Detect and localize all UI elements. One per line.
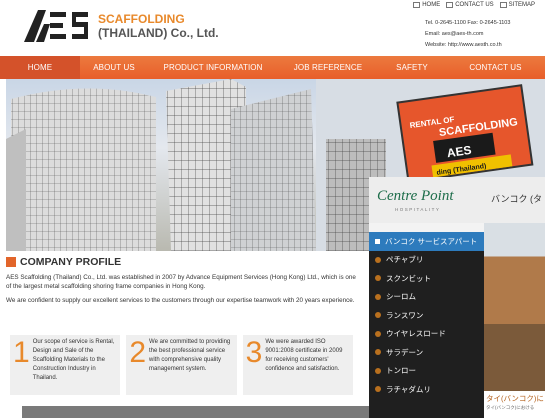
feature-number-2: 2 — [129, 336, 147, 369]
popup-caption-small: タイ(バンコク)における — [486, 405, 535, 410]
top-link-sitemap[interactable]: SITEMAP — [499, 2, 535, 8]
profile-paragraph-1: AES Scaffolding (Thailand) Co., Ltd. was… — [6, 274, 356, 290]
bullet-icon — [375, 293, 381, 300]
feature-text-1: Our scope of service is Rental, Design a… — [32, 339, 115, 381]
nav-job-reference[interactable]: JOB REFERENCE — [278, 56, 378, 79]
header: SCAFFOLDING (THAILAND) Co., Ltd. HOME CO… — [0, 0, 545, 56]
home-icon — [413, 2, 421, 8]
bullet-icon — [375, 349, 381, 356]
popup-caption: タイ(バンコク)に — [486, 394, 544, 403]
feature-box-2: 2 We are committed to providing the best… — [126, 335, 237, 395]
popup-menu-label: ラチャダムリ — [386, 384, 431, 394]
top-link-sitemap-label: SITEMAP — [508, 2, 535, 8]
top-link-contact[interactable]: CONTACT US — [446, 2, 494, 8]
main-nav: HOME ABOUT US PRODUCT INFORMATION JOB RE… — [0, 56, 545, 79]
mail-icon — [446, 2, 454, 8]
popup-header-title: バンコク (タ — [491, 194, 542, 204]
popup-menu-item-thonglor[interactable]: トンロー — [369, 362, 484, 381]
hotel-photo — [484, 223, 545, 391]
popup-menu-label: スクンビット — [386, 273, 431, 283]
popup-menu-label: ランスワン — [386, 310, 424, 320]
bullet-icon — [375, 330, 381, 337]
contact-website[interactable]: Website: http://www.aesth.co.th — [425, 40, 535, 51]
centrepoint-logo-sub: HOSPITALITY — [395, 207, 441, 212]
popup-menu-label: シーロム — [386, 292, 416, 302]
popup-menu-item-saladaeng[interactable]: サラデーン — [369, 343, 484, 362]
popup-header: Centre Point HOSPITALITY バンコク (タ — [369, 177, 545, 223]
menu-arrow-icon — [375, 238, 380, 244]
popup-menu-label: トンロー — [386, 366, 416, 376]
feature-number-1: 1 — [13, 336, 30, 369]
feature-box-1: 1 Our scope of service is Rental, Design… — [10, 335, 121, 395]
bullet-icon — [375, 312, 381, 319]
bottom-bar — [22, 406, 370, 418]
bullet-icon — [375, 275, 381, 282]
company-name-line2: (THAILAND) Co., Ltd. — [98, 26, 219, 40]
popup-menu-item-bangkok-apartments[interactable]: バンコク サービスアパート — [369, 232, 484, 251]
feature-box-3: 3 We were awarded ISO 9001:2008 certific… — [242, 335, 353, 395]
bullet-icon — [375, 367, 381, 374]
top-link-home[interactable]: HOME — [413, 2, 440, 8]
aes-logo[interactable] — [22, 6, 92, 46]
feature-boxes: 1 Our scope of service is Rental, Design… — [10, 335, 353, 395]
company-profile: COMPANY PROFILE AES Scaffolding (Thailan… — [6, 256, 356, 305]
company-name: SCAFFOLDING (THAILAND) Co., Ltd. — [98, 12, 219, 40]
centrepoint-popup[interactable]: Centre Point HOSPITALITY バンコク (タ バンコク サー… — [369, 177, 545, 418]
popup-menu-item-wireless-road[interactable]: ウイヤレスロード — [369, 325, 484, 344]
contact-email[interactable]: Email: aes@aes-th.com — [425, 29, 535, 40]
bullet-icon — [375, 256, 381, 263]
popup-menu-label: バンコク サービスアパート — [385, 236, 478, 246]
centrepoint-logo[interactable]: Centre Point — [377, 188, 454, 205]
company-profile-title: COMPANY PROFILE — [20, 256, 122, 268]
nav-contact-us[interactable]: CONTACT US — [446, 56, 545, 79]
contact-tel: Tel. 0-2645-1100 Fax: 0-2645-1103 — [425, 20, 511, 26]
page: SCAFFOLDING (THAILAND) Co., Ltd. HOME CO… — [0, 0, 545, 418]
popup-menu: バンコク サービスアパート ペチャブリ スクンビット シーロム ランスワン ウイ… — [369, 232, 484, 418]
popup-menu-item-silom[interactable]: シーロム — [369, 288, 484, 307]
nav-product-information[interactable]: PRODUCT INFORMATION — [148, 56, 278, 79]
popup-menu-label: ペチャブリ — [386, 255, 424, 265]
popup-menu-label: サラデーン — [386, 347, 424, 357]
feature-number-3: 3 — [245, 336, 263, 369]
bullet-icon — [375, 386, 381, 393]
company-name-line1: SCAFFOLDING — [98, 12, 185, 26]
popup-menu-item-ratchadamri[interactable]: ラチャダムリ — [369, 380, 484, 399]
popup-menu-label: ウイヤレスロード — [386, 329, 446, 339]
nav-safety[interactable]: SAFETY — [378, 56, 446, 79]
top-links: HOME CONTACT US SITEMAP — [413, 2, 535, 8]
section-square-icon — [6, 257, 16, 267]
sitemap-icon — [499, 2, 507, 8]
company-profile-heading: COMPANY PROFILE — [6, 256, 356, 268]
top-link-home-label: HOME — [422, 2, 441, 8]
feature-text-3: We were awarded ISO 9001:2008 certificat… — [265, 339, 343, 372]
popup-menu-item-phetchaburi[interactable]: ペチャブリ — [369, 251, 484, 270]
feature-text-2: We are committed to providing the best p… — [149, 339, 231, 372]
contact-info: Tel. 0-2645-1100 Fax: 0-2645-1103 Email:… — [425, 18, 535, 51]
popup-menu-item-sukhumvit[interactable]: スクンビット — [369, 269, 484, 288]
top-link-contact-label: CONTACT US — [455, 2, 494, 8]
nav-home[interactable]: HOME — [0, 56, 80, 79]
nav-about-us[interactable]: ABOUT US — [80, 56, 148, 79]
popup-menu-item-langsuan[interactable]: ランスワン — [369, 306, 484, 325]
profile-paragraph-2: We are confident to supply our excellent… — [6, 297, 355, 304]
